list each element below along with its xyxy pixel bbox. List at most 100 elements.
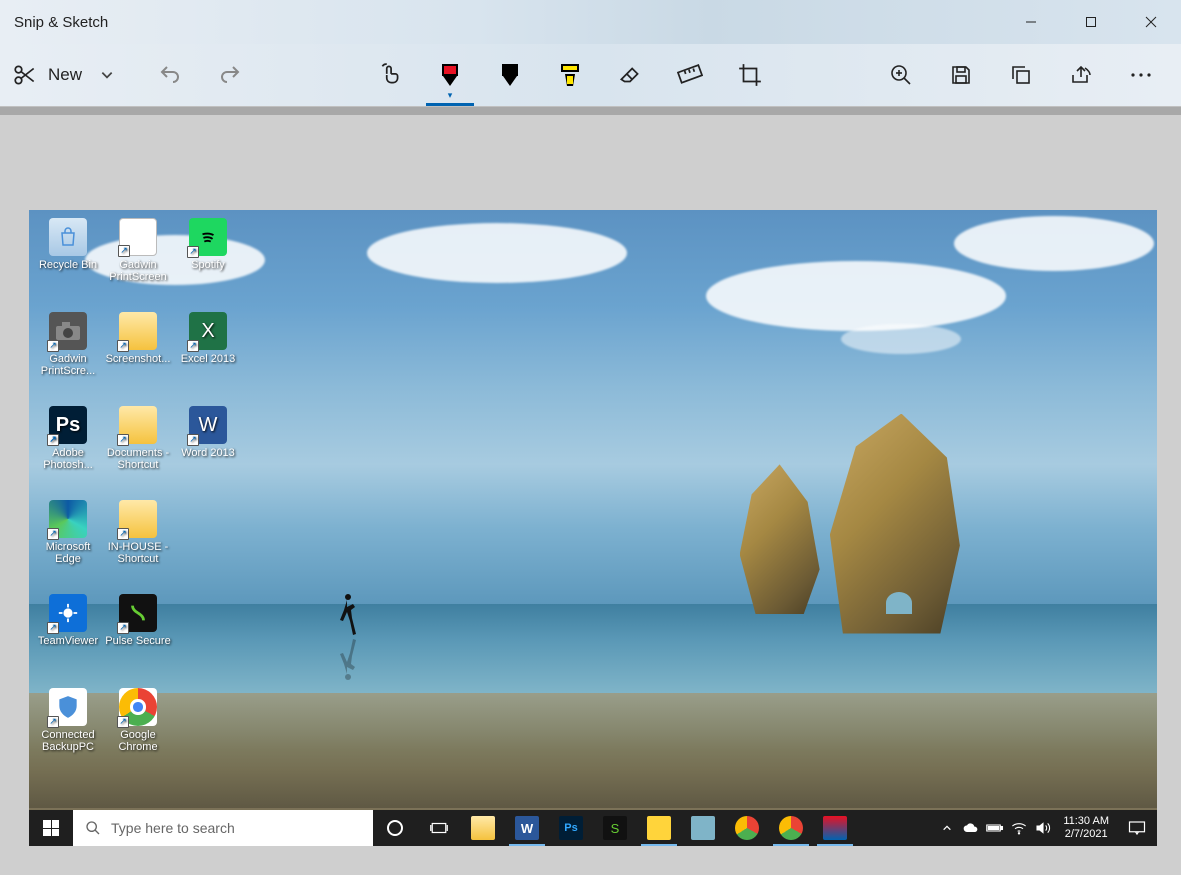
zoom-icon xyxy=(889,63,913,87)
copy-button[interactable] xyxy=(997,51,1045,99)
new-snip-button[interactable]: New xyxy=(10,51,88,99)
snip-canvas[interactable]: Recycle Bin↗Gadwin PrintScreen↗Spotify↗G… xyxy=(29,210,1157,846)
desktop-icon-label: Adobe Photosh... xyxy=(33,447,103,471)
shortcut-overlay-icon: ↗ xyxy=(117,340,129,352)
start-button[interactable] xyxy=(29,810,73,846)
tray-battery-icon[interactable] xyxy=(983,810,1007,846)
wifi-icon xyxy=(1011,821,1027,835)
pen-red-icon xyxy=(439,64,461,86)
shortcut-overlay-icon: ↗ xyxy=(47,716,59,728)
redo-button[interactable] xyxy=(206,51,254,99)
desktop-icon[interactable]: ↗Gadwin PrintScreen xyxy=(103,214,173,308)
cloud xyxy=(954,216,1154,271)
tray-wifi-icon[interactable] xyxy=(1007,810,1031,846)
cloud xyxy=(841,324,961,354)
runner-reflection xyxy=(334,642,358,682)
taskbar-search-box[interactable]: Type here to search xyxy=(73,810,373,846)
desktop-icon-label: Excel 2013 xyxy=(181,353,235,365)
crop-button[interactable] xyxy=(726,51,774,99)
shortcut-overlay-icon: ↗ xyxy=(118,245,130,257)
shortcut-overlay-icon: ↗ xyxy=(187,340,199,352)
pencil-button[interactable] xyxy=(486,51,534,99)
taskbar-app-chrome2[interactable] xyxy=(769,810,813,846)
volume-icon xyxy=(1035,821,1051,835)
tray-onedrive-icon[interactable] xyxy=(959,810,983,846)
new-label: New xyxy=(48,65,82,85)
ico-edge-icon: ↗ xyxy=(49,500,87,538)
ico-pulse-icon: ↗ xyxy=(119,594,157,632)
close-button[interactable] xyxy=(1121,0,1181,44)
desktop-icon[interactable]: ↗ Spotify xyxy=(173,214,243,308)
desktop-icon[interactable]: ↗Microsoft Edge xyxy=(33,496,103,590)
desktop-icon[interactable]: ↗Screenshot... xyxy=(103,308,173,402)
cortana-button[interactable] xyxy=(373,810,417,846)
desktop-icon-label: Spotify xyxy=(191,259,225,271)
taskview-button[interactable] xyxy=(417,810,461,846)
tray-volume-icon[interactable] xyxy=(1031,810,1055,846)
desktop-icon-label: Screenshot... xyxy=(106,353,171,365)
ico-word-icon: W↗ xyxy=(189,406,227,444)
folder-icon xyxy=(471,816,495,840)
desktop-icon[interactable]: X↗ Excel 2013 xyxy=(173,308,243,402)
cloud xyxy=(367,223,627,283)
save-button[interactable] xyxy=(937,51,985,99)
taskbar-app-explorer[interactable] xyxy=(461,810,505,846)
window-controls xyxy=(1001,0,1181,44)
window-title: Snip & Sketch xyxy=(14,14,108,31)
desktop-icon[interactable]: Ps↗Adobe Photosh... xyxy=(33,402,103,496)
taskview-icon xyxy=(430,819,448,837)
desktop-icon-label: IN-HOUSE - Shortcut xyxy=(103,541,173,565)
ruler-button[interactable] xyxy=(666,51,714,99)
highlighter-button[interactable] xyxy=(546,51,594,99)
ico-recycle-icon xyxy=(49,218,87,256)
desktop-icon[interactable]: ↗Pulse Secure xyxy=(103,590,173,684)
ruler-icon xyxy=(677,62,703,88)
crop-icon xyxy=(737,62,763,88)
taskbar: Type here to search W Ps S xyxy=(29,810,1157,846)
maximize-button[interactable] xyxy=(1061,0,1121,44)
eraser-button[interactable] xyxy=(606,51,654,99)
taskbar-app-notepad[interactable] xyxy=(681,810,725,846)
taskbar-app-word[interactable]: W xyxy=(505,810,549,846)
desktop-icon[interactable]: ↗Google Chrome xyxy=(103,684,173,778)
desktop-icon[interactable]: W↗Word 2013 xyxy=(173,402,243,496)
share-button[interactable] xyxy=(1057,51,1105,99)
zoom-button[interactable] xyxy=(877,51,925,99)
ico-excel-icon: X↗ xyxy=(189,312,227,350)
taskbar-app-pulse[interactable]: S xyxy=(593,810,637,846)
shortcut-overlay-icon: ↗ xyxy=(117,716,129,728)
pen-black-icon xyxy=(499,64,521,86)
photoshop-icon: Ps xyxy=(559,816,583,840)
touch-writing-button[interactable] xyxy=(366,51,414,99)
taskbar-clock[interactable]: 11:30 AM 2/7/2021 xyxy=(1055,815,1117,841)
taskbar-app-chrome1[interactable] xyxy=(725,810,769,846)
taskbar-app-sticky[interactable] xyxy=(637,810,681,846)
undo-icon xyxy=(158,63,182,87)
desktop-icon[interactable]: ↗TeamViewer xyxy=(33,590,103,684)
desktop-icon[interactable]: ↗Documents - Shortcut xyxy=(103,402,173,496)
desktop-icon[interactable]: Recycle Bin xyxy=(33,214,103,308)
shortcut-overlay-icon: ↗ xyxy=(47,434,59,446)
minimize-button[interactable] xyxy=(1001,0,1061,44)
notepad-icon xyxy=(691,816,715,840)
tray-overflow-button[interactable] xyxy=(935,810,959,846)
desktop-icon[interactable]: ↗IN-HOUSE - Shortcut xyxy=(103,496,173,590)
more-button[interactable] xyxy=(1117,51,1165,99)
cloud-icon xyxy=(963,822,979,834)
action-center-button[interactable] xyxy=(1117,810,1157,846)
ballpoint-pen-button[interactable]: ▾ xyxy=(426,51,474,99)
shortcut-overlay-icon: ↗ xyxy=(47,622,59,634)
desktop-icon[interactable]: ↗Gadwin PrintScre... xyxy=(33,308,103,402)
shortcut-overlay-icon: ↗ xyxy=(117,622,129,634)
desktop-icon-label: Microsoft Edge xyxy=(33,541,103,565)
desktop-icon-label: Recycle Bin xyxy=(39,259,97,271)
taskbar-app-photoshop[interactable]: Ps xyxy=(549,810,593,846)
ico-chrome-icon: ↗ xyxy=(119,688,157,726)
chevron-down-icon xyxy=(100,68,114,82)
undo-button[interactable] xyxy=(146,51,194,99)
shortcut-overlay-icon: ↗ xyxy=(47,528,59,540)
desktop-icon[interactable]: ↗Connected BackupPC xyxy=(33,684,103,778)
ico-spotify-icon: ↗ xyxy=(189,218,227,256)
new-snip-chevron-button[interactable] xyxy=(88,51,126,99)
taskbar-app-snip[interactable] xyxy=(813,810,857,846)
